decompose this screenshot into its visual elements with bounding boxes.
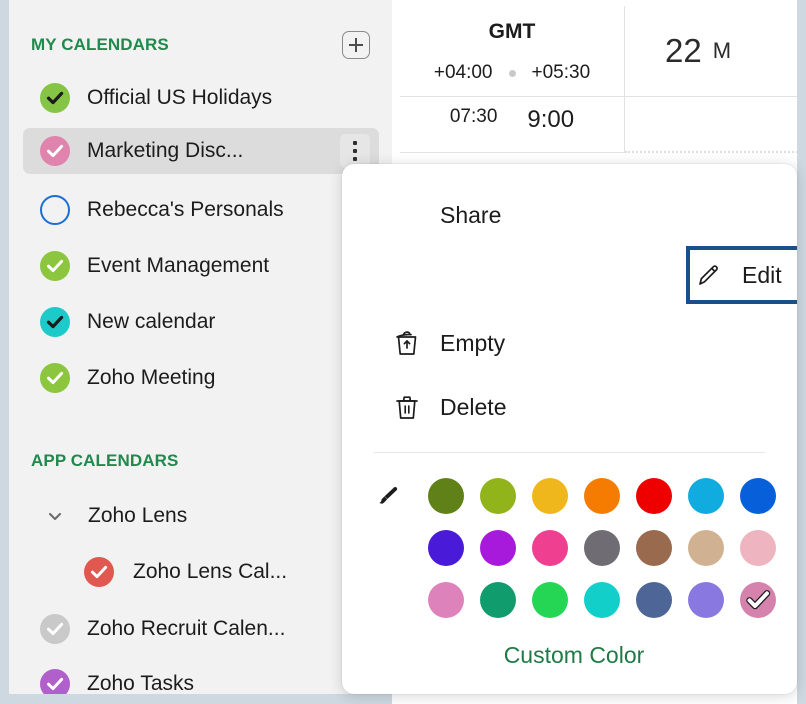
calendar-checkbox-icon[interactable] (40, 251, 70, 281)
offset-primary: +04:00 (434, 62, 493, 84)
sidebar-group-zoho-lens[interactable]: Zoho Lens (23, 493, 379, 539)
calendar-sidebar: MY CALENDARS Official US Holidays (9, 0, 392, 694)
plus-icon (349, 38, 363, 52)
calendar-app-window: GMT +04:00 +05:30 07:30 9:00 22 M MY CAL… (0, 0, 806, 704)
kebab-menu-icon[interactable] (340, 134, 370, 168)
menu-item-delete[interactable]: Delete (388, 378, 581, 436)
section-title-app-calendars: APP CALENDARS (31, 451, 178, 471)
calendar-checkbox-icon[interactable] (40, 669, 70, 694)
color-swatch[interactable] (428, 478, 464, 514)
calendar-checkbox-icon[interactable] (40, 83, 70, 113)
menu-item-share[interactable]: Share (388, 186, 581, 244)
sidebar-item-zoho-tasks[interactable]: Zoho Tasks (23, 661, 379, 694)
color-swatch[interactable] (532, 530, 568, 566)
color-swatch[interactable] (480, 530, 516, 566)
right-gutter (797, 0, 806, 704)
section-header-my-calendars: MY CALENDARS (31, 28, 370, 62)
sidebar-item-label: Official US Holidays (87, 86, 272, 110)
calendar-checkbox-icon[interactable] (40, 195, 70, 225)
calendar-checkbox-icon[interactable] (84, 557, 114, 587)
sidebar-item-label: Rebecca's Personals (87, 198, 284, 222)
sidebar-item-label: Zoho Lens Cal... (133, 560, 287, 584)
color-swatch[interactable] (740, 530, 776, 566)
section-header-app-calendars: APP CALENDARS (31, 444, 370, 478)
day-header-cell[interactable]: 22 M (625, 6, 806, 97)
sidebar-group-label: Zoho Lens (88, 504, 187, 528)
pencil-icon (690, 262, 728, 288)
sidebar-item-label: New calendar (87, 310, 215, 334)
separator-dot-icon (509, 70, 516, 77)
current-time-indicator (625, 151, 798, 153)
trash-icon (388, 393, 426, 421)
color-swatch[interactable] (584, 530, 620, 566)
sidebar-item-zoho-meeting[interactable]: Zoho Meeting (23, 355, 379, 401)
color-swatch-grid (428, 470, 792, 626)
sidebar-item-marketing-disc[interactable]: Marketing Disc... (23, 128, 379, 174)
day-number: 22 (665, 32, 702, 70)
left-gutter (0, 0, 9, 704)
color-swatch[interactable] (688, 530, 724, 566)
sidebar-item-label: Zoho Recruit Calen... (87, 617, 285, 641)
sidebar-item-label: Marketing Disc... (87, 139, 243, 163)
empty-trash-icon (388, 329, 426, 357)
color-swatch[interactable] (532, 478, 568, 514)
calendar-checkbox-icon[interactable] (40, 614, 70, 644)
offset-secondary: +05:30 (532, 62, 591, 84)
sidebar-item-official-us-holidays[interactable]: Official US Holidays (23, 75, 379, 121)
sidebar-item-zoho-recruit-calendar[interactable]: Zoho Recruit Calen... (23, 606, 379, 652)
color-swatch[interactable] (636, 530, 672, 566)
calendar-checkbox-icon[interactable] (40, 136, 70, 166)
menu-item-label: Empty (440, 330, 505, 357)
color-swatch[interactable] (636, 582, 672, 618)
menu-item-edit[interactable]: Edit (686, 246, 797, 304)
calendar-checkbox-icon[interactable] (40, 363, 70, 393)
sidebar-item-label: Zoho Tasks (87, 672, 194, 694)
sidebar-item-rebeccas-personals[interactable]: Rebecca's Personals (23, 187, 379, 233)
menu-item-label: Share (440, 202, 501, 229)
calendar-checkbox-icon[interactable] (40, 307, 70, 337)
add-calendar-button[interactable] (342, 31, 370, 59)
sidebar-item-zoho-lens-cal[interactable]: Zoho Lens Cal... (23, 549, 379, 595)
color-swatch[interactable] (688, 478, 724, 514)
color-swatch[interactable] (480, 478, 516, 514)
bottom-gutter (0, 694, 392, 704)
sidebar-item-event-management[interactable]: Event Management (23, 243, 379, 289)
time-row-cell: 07:30 9:00 (400, 97, 625, 153)
time-primary: 07:30 (450, 106, 498, 128)
color-swatch-selected[interactable] (740, 582, 776, 618)
color-swatch[interactable] (636, 478, 672, 514)
day-name: M (713, 38, 731, 64)
timezone-header-cell: GMT +04:00 +05:30 (400, 6, 625, 97)
timezone-offsets: +04:00 +05:30 (400, 62, 624, 84)
sidebar-item-label: Event Management (87, 254, 269, 278)
timezone-label: GMT (400, 20, 624, 44)
color-swatch[interactable] (688, 582, 724, 618)
menu-item-empty[interactable]: Empty (388, 314, 581, 372)
chevron-down-icon[interactable] (44, 505, 66, 527)
color-swatch[interactable] (532, 582, 568, 618)
color-swatch[interactable] (740, 478, 776, 514)
section-title-my-calendars: MY CALENDARS (31, 35, 169, 55)
paintbrush-icon (376, 484, 404, 512)
color-swatch[interactable] (584, 478, 620, 514)
sidebar-item-new-calendar[interactable]: New calendar (23, 299, 379, 345)
sidebar-item-label: Zoho Meeting (87, 366, 215, 390)
calendar-context-menu: Share Edit Empt (342, 164, 797, 694)
menu-item-label: Edit (742, 262, 782, 289)
color-swatch[interactable] (584, 582, 620, 618)
time-secondary: 9:00 (527, 106, 574, 134)
custom-color-button[interactable]: Custom Color (374, 642, 774, 669)
color-swatch[interactable] (428, 530, 464, 566)
menu-item-label: Delete (440, 394, 506, 421)
color-swatch[interactable] (428, 582, 464, 618)
menu-divider (374, 452, 765, 453)
color-swatch[interactable] (480, 582, 516, 618)
